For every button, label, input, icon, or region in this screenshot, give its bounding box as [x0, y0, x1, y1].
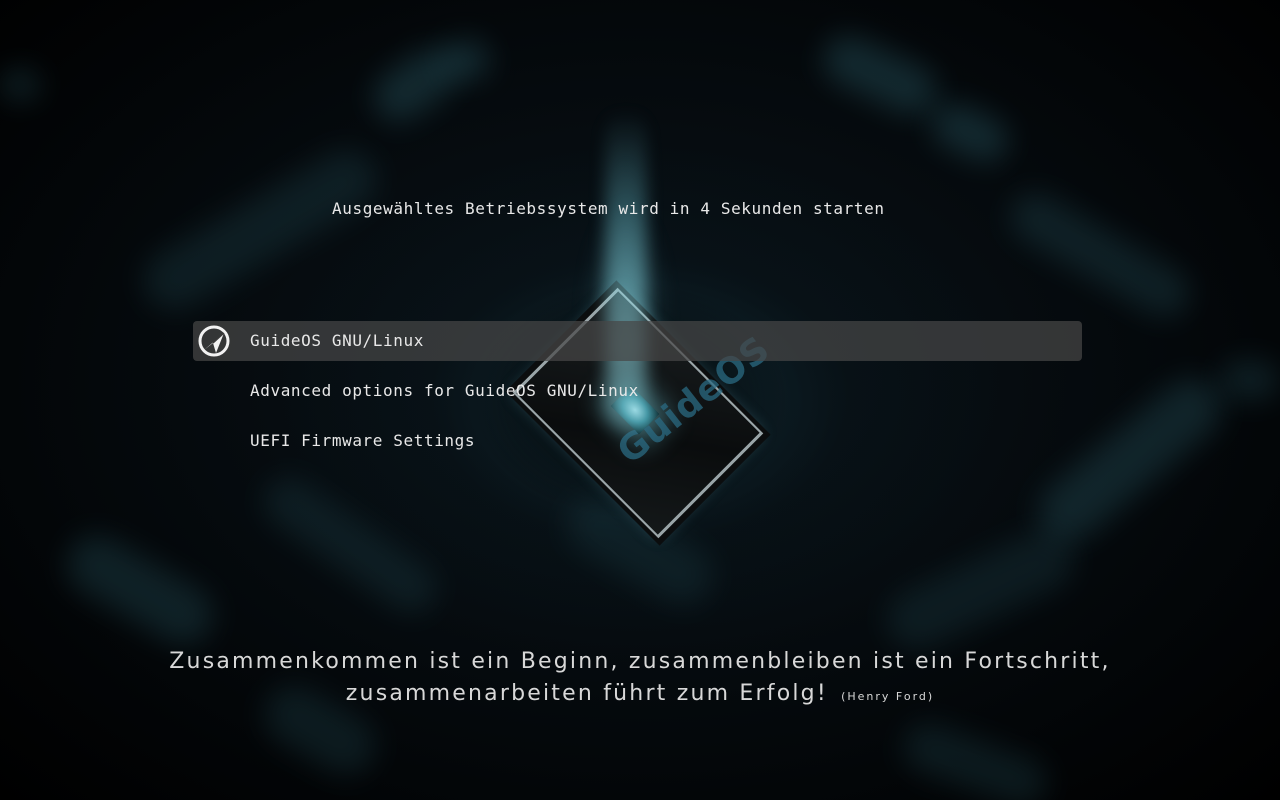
boot-menu: GuideOS GNU/Linux Advanced options for G… [193, 321, 1082, 471]
boot-entry-label: Advanced options for GuideOS GNU/Linux [250, 381, 639, 400]
wallpaper-quote: Zusammenkommen ist ein Beginn, zusammenb… [0, 646, 1280, 713]
boot-entry-label: GuideOS GNU/Linux [250, 331, 424, 350]
quote-author: (Henry Ford) [841, 690, 935, 703]
boot-entry-guideos[interactable]: GuideOS GNU/Linux [193, 321, 1082, 361]
boot-entry-uefi-settings[interactable]: UEFI Firmware Settings [193, 421, 1082, 461]
boot-entry-label: UEFI Firmware Settings [250, 431, 476, 450]
quote-line-2: zusammenarbeiten führt zum Erfolg! [345, 681, 828, 706]
quote-line-1: Zusammenkommen ist ein Beginn, zusammenb… [169, 649, 1111, 674]
boot-countdown-text: Ausgewähltes Betriebssystem wird in 4 Se… [332, 199, 885, 218]
guideos-logo-icon [198, 325, 230, 357]
boot-entry-advanced-options[interactable]: Advanced options for GuideOS GNU/Linux [193, 371, 1082, 411]
boot-screen: GuideOS Ausgewähltes Betriebssystem wird… [0, 0, 1280, 800]
